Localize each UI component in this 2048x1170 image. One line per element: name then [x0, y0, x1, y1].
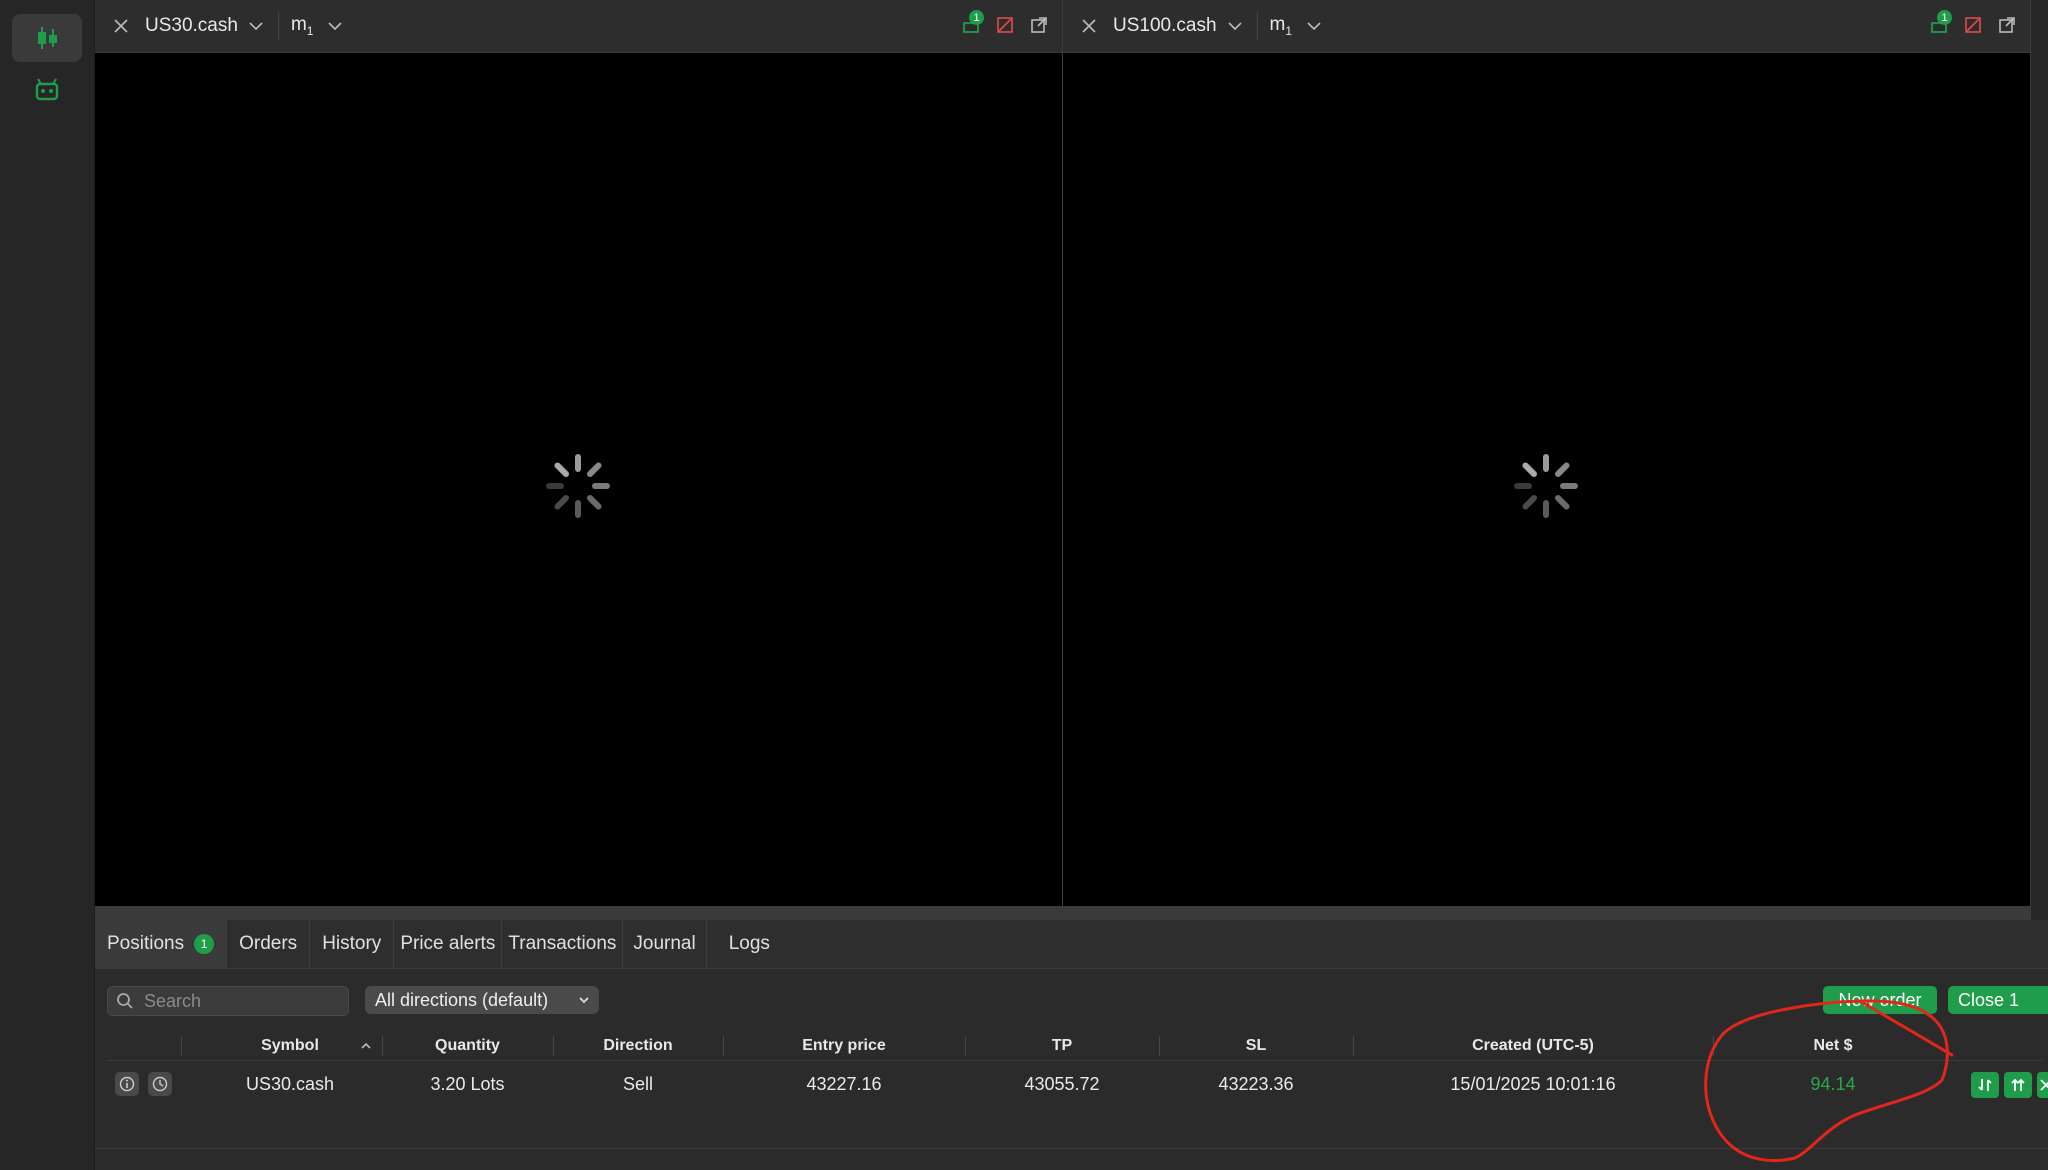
cell-sl[interactable]: 43223.36 [1159, 1068, 1353, 1100]
tab-price-alerts[interactable]: Price alerts [394, 920, 503, 968]
tab-history[interactable]: History [310, 920, 395, 968]
header-entry-price[interactable]: Entry price [723, 1032, 965, 1060]
header-tp[interactable]: TP [965, 1032, 1159, 1060]
bottom-tabs: Positions 1 Orders History Price alerts … [95, 920, 2048, 969]
timeframe-selector[interactable]: m1 [1270, 14, 1293, 38]
chart-panel-1[interactable]: US30.cash m1 1 [95, 0, 1063, 920]
chevron-down-icon[interactable] [327, 18, 343, 34]
table-row[interactable]: US30.cash 3.20 Lots Sell 43227.16 43055.… [107, 1068, 2048, 1100]
loading-spinner-icon [546, 454, 610, 518]
close-position-button[interactable] [2037, 1072, 2048, 1098]
new-order-button[interactable]: New order [1823, 986, 1937, 1014]
loading-spinner-icon [1514, 454, 1578, 518]
close-chart-icon[interactable] [1079, 16, 1099, 36]
tab-logs[interactable]: Logs [707, 920, 792, 968]
alerts-badge: 1 [969, 10, 984, 25]
direction-filter-select[interactable]: All directions (default) [365, 986, 599, 1014]
reverse-icon [1978, 1079, 1992, 1091]
search-input[interactable] [142, 989, 336, 1013]
column-divider [181, 1036, 182, 1056]
divider [277, 12, 279, 40]
reverse-position-button[interactable] [1971, 1072, 1999, 1098]
cell-quantity: 3.20 Lots [430, 1073, 505, 1094]
candlestick-icon [38, 27, 57, 49]
tab-label: Price alerts [400, 933, 496, 954]
tab-label: Orders [239, 933, 298, 954]
chevron-down-icon[interactable] [1227, 18, 1243, 34]
external-window-icon[interactable] [1028, 14, 1050, 36]
left-sidebar [0, 0, 95, 1170]
close-chart-icon[interactable] [111, 16, 131, 36]
charts-sidebar-button[interactable] [12, 14, 82, 62]
chart-panel-2[interactable]: US100.cash m1 1 [1063, 0, 2031, 920]
robot-icon [35, 78, 59, 101]
clock-icon[interactable] [148, 1072, 172, 1096]
divider [95, 1148, 2048, 1149]
tab-label: Logs [728, 933, 770, 954]
header-label: Symbol [261, 1037, 319, 1054]
external-window-icon[interactable] [1996, 14, 2018, 36]
positions-toolbar: All directions (default) New order Close… [95, 980, 2048, 1020]
cell-direction: Sell [622, 1073, 653, 1094]
alerts-badge: 1 [1937, 10, 1952, 25]
chart-header: US30.cash m1 1 [95, 0, 1062, 53]
tab-positions[interactable]: Positions 1 [95, 920, 228, 968]
tab-label: Transactions [508, 933, 617, 954]
tab-journal[interactable]: Journal [623, 920, 707, 968]
chart-header: US100.cash m1 1 [1063, 0, 2030, 53]
horizontal-scrollbar[interactable] [95, 906, 1062, 920]
search-icon [117, 993, 133, 1009]
chevron-down-icon[interactable] [1306, 18, 1322, 34]
header-quantity[interactable]: Quantity [382, 1032, 553, 1060]
header-created[interactable]: Created (UTC-5) [1353, 1032, 1713, 1060]
tab-transactions[interactable]: Transactions [502, 920, 624, 968]
cell-symbol: US30.cash [245, 1073, 335, 1094]
robot-sidebar-button[interactable] [12, 66, 82, 114]
chevron-down-icon[interactable] [248, 18, 264, 34]
tab-label: Journal [633, 933, 696, 954]
cell-entry-price: 43227.16 [806, 1073, 882, 1094]
close-icon [2040, 1079, 2048, 1091]
alerts-icon[interactable]: 1 [1928, 10, 1952, 36]
tab-orders[interactable]: Orders [227, 920, 311, 968]
double-arrow-up-icon [2011, 1078, 2025, 1091]
cell-net: 94.14 [1810, 1073, 1856, 1094]
right-toolbar-strip [2030, 0, 2048, 920]
header-direction[interactable]: Direction [553, 1032, 723, 1060]
header-sl[interactable]: SL [1159, 1032, 1353, 1060]
info-icon[interactable] [115, 1072, 139, 1096]
positions-count-badge: 1 [194, 934, 215, 954]
sort-asc-icon[interactable] [359, 1039, 373, 1053]
close-positions-button[interactable]: Close 1 [1948, 986, 2048, 1014]
cell-created: 15/01/2025 10:01:16 [1450, 1073, 1616, 1094]
tab-label: Positions [107, 933, 185, 954]
search-box[interactable] [107, 986, 349, 1016]
tab-label: History [322, 933, 382, 954]
header-net[interactable]: Net $ [1713, 1032, 1953, 1060]
chart-symbol[interactable]: US100.cash [1113, 15, 1217, 37]
timeframe-selector[interactable]: m1 [291, 14, 314, 38]
bottom-panel: Positions 1 Orders History Price alerts … [95, 920, 2048, 1170]
cell-tp[interactable]: 43055.72 [965, 1068, 1159, 1100]
chart-symbol[interactable]: US30.cash [145, 15, 238, 37]
drawing-off-icon[interactable] [1962, 14, 1984, 36]
drawing-off-icon[interactable] [994, 14, 1016, 36]
direction-filter-value: All directions (default) [375, 989, 549, 1010]
positions-table-header: Symbol Quantity Direction Entry price TP… [107, 1032, 2043, 1061]
divider [1256, 12, 1258, 40]
double-position-button[interactable] [2004, 1072, 2032, 1098]
alerts-icon[interactable]: 1 [960, 10, 984, 36]
chevron-down-icon [579, 997, 589, 1004]
horizontal-scrollbar[interactable] [1063, 906, 2030, 920]
